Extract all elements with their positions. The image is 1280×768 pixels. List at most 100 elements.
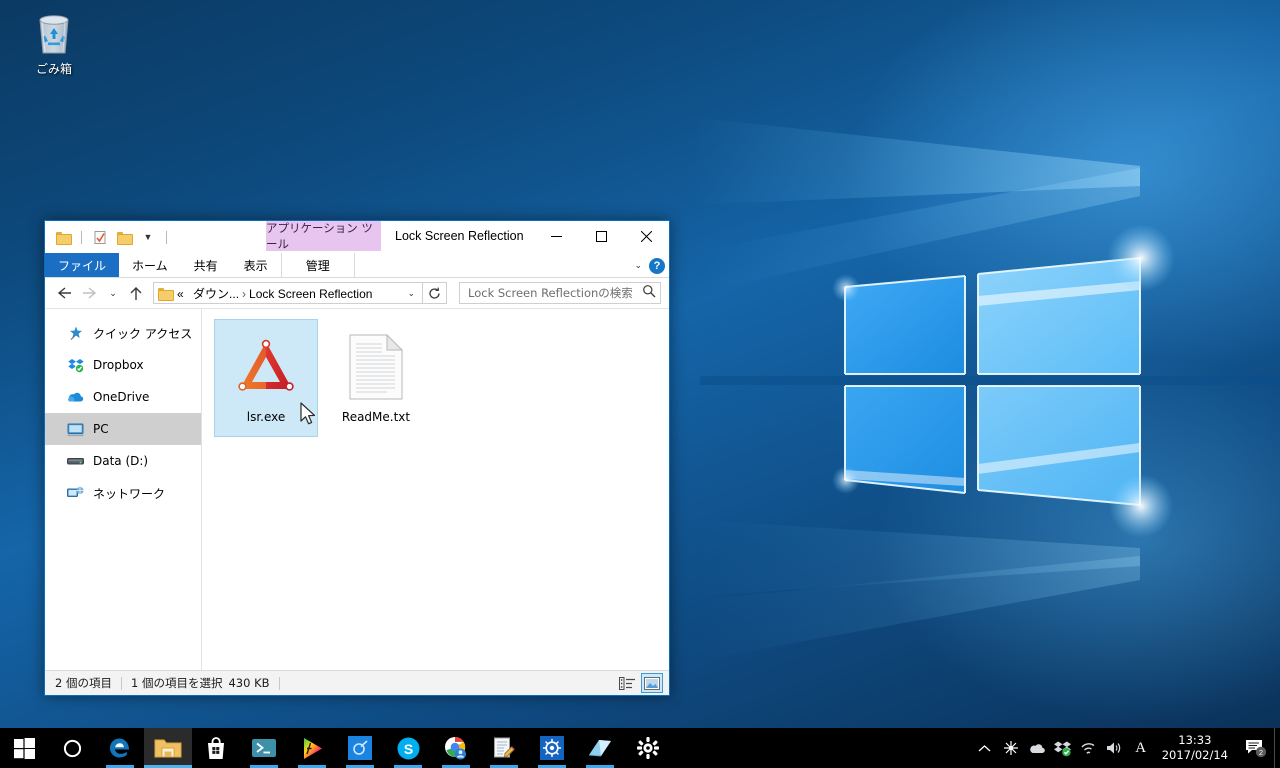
onedrive-cloud-icon <box>67 389 84 406</box>
list-item[interactable]: lsr.exe <box>214 319 318 437</box>
notepad-editor-button[interactable] <box>480 728 528 768</box>
text-file-icon <box>337 328 415 406</box>
quick-access-toolbar[interactable]: ▼ <box>45 224 170 250</box>
gear-icon <box>637 737 659 759</box>
file-explorer-button[interactable] <box>144 728 192 768</box>
sidebar-item-network[interactable]: ネットワーク <box>45 477 201 509</box>
dropbox-icon <box>67 357 84 374</box>
qat-separator-2 <box>166 230 167 244</box>
search-box[interactable] <box>459 282 661 304</box>
cortana-search-button[interactable] <box>48 728 96 768</box>
view-buttons[interactable] <box>616 673 663 693</box>
list-item[interactable]: ReadMe.txt <box>324 319 428 437</box>
navigation-pane[interactable]: クイック アクセス Dropbox OneDrive PC Data (D:) … <box>45 309 202 670</box>
sidebar-item-label: Data (D:) <box>93 454 149 468</box>
window-body: クイック アクセス Dropbox OneDrive PC Data (D:) … <box>45 308 669 670</box>
rainbow-play-icon <box>303 737 322 759</box>
status-size: 430 KB <box>228 676 270 690</box>
file-explorer-window[interactable]: ▼ アプリケーション ツール Lock Screen Reflection ファ… <box>44 220 670 696</box>
recycle-bin-icon <box>18 8 90 58</box>
system-tray[interactable]: A 13:33 2017/02/14 2 <box>972 728 1280 768</box>
edge-icon <box>110 738 129 758</box>
window-title-bar[interactable]: ▼ アプリケーション ツール Lock Screen Reflection <box>45 221 669 253</box>
hard-drive-icon <box>67 453 84 470</box>
file-list-area[interactable]: lsr.exe ReadMe.txt <box>202 309 669 670</box>
large-icons-view-button[interactable] <box>641 673 663 693</box>
desktop[interactable]: ごみ箱 ▼ アプリケーション ツール Lock Screen Reflectio… <box>0 0 1280 768</box>
computer-icon <box>67 421 84 438</box>
skype-button[interactable]: S <box>384 728 432 768</box>
arrow-right-icon[interactable] <box>77 280 103 306</box>
sidebar-item-label: OneDrive <box>93 390 150 404</box>
tray-volume-icon[interactable] <box>1102 728 1128 768</box>
chrome-button[interactable] <box>432 728 480 768</box>
tab-home[interactable]: ホーム <box>119 253 181 277</box>
breadcrumb-overflow[interactable]: « <box>177 287 184 301</box>
file-grid: lsr.exe ReadMe.txt <box>214 319 669 437</box>
close-icon[interactable] <box>624 221 669 251</box>
tray-ime-icon[interactable]: A <box>1128 728 1154 768</box>
tab-file[interactable]: ファイル <box>45 253 120 277</box>
tray-onedrive-icon[interactable] <box>1024 728 1050 768</box>
chevron-up-icon[interactable] <box>972 728 998 768</box>
new-folder-icon[interactable] <box>115 228 133 246</box>
sidebar-item-pc[interactable]: PC <box>45 413 201 445</box>
search-icon[interactable] <box>642 284 656 303</box>
help-icon[interactable]: ? <box>649 257 665 274</box>
blue-gear-square-icon <box>540 736 564 760</box>
microsoft-store-button[interactable] <box>192 728 240 768</box>
clock-date: 2017/02/14 <box>1161 748 1228 762</box>
taskbar[interactable]: S A 13:33 2017/02/14 2 <box>0 728 1280 768</box>
sidebar-item-dropbox[interactable]: Dropbox <box>45 349 201 381</box>
settings-button[interactable] <box>624 728 672 768</box>
app-gear-blue-button[interactable] <box>528 728 576 768</box>
tab-share[interactable]: 共有 <box>181 253 231 277</box>
warning-triangle-app-icon <box>227 328 305 406</box>
ribbon-right-controls[interactable]: ⌄ ? <box>634 253 665 278</box>
notepad-pencil-icon <box>494 737 515 758</box>
svg-text:S: S <box>403 741 412 757</box>
breadcrumb-current[interactable]: Lock Screen Reflection <box>249 287 372 301</box>
arrow-left-icon[interactable] <box>51 280 77 306</box>
clock[interactable]: 13:33 2017/02/14 <box>1154 728 1238 768</box>
tab-manage[interactable]: 管理 <box>280 253 355 277</box>
powershell-button[interactable] <box>240 728 288 768</box>
tray-dropbox-icon[interactable] <box>1050 728 1076 768</box>
address-bar[interactable]: « ダウン... › Lock Screen Reflection ⌄ <box>153 282 423 304</box>
tray-wifi-icon[interactable] <box>1076 728 1102 768</box>
breadcrumb-parent[interactable]: ダウン... <box>193 287 239 301</box>
sidebar-item-onedrive[interactable]: OneDrive <box>45 381 201 413</box>
recent-locations-chevron-icon[interactable]: ⌄ <box>103 280 123 306</box>
status-bar: 2 個の項目 1 個の項目を選択 430 KB <box>45 670 669 695</box>
breadcrumb[interactable]: « ダウン... › Lock Screen Reflection <box>177 285 372 302</box>
edge-button[interactable] <box>96 728 144 768</box>
resilio-sync-button[interactable] <box>288 728 336 768</box>
sidebar-item-data-d[interactable]: Data (D:) <box>45 445 201 477</box>
show-desktop-button[interactable] <box>1274 728 1280 768</box>
chevron-down-icon[interactable]: ⌄ <box>634 261 642 270</box>
address-bar-row[interactable]: ⌄ « ダウン... › Lock Screen Reflection ⌄ <box>45 278 669 308</box>
app-blue-button[interactable] <box>336 728 384 768</box>
desktop-icon-recycle-bin[interactable]: ごみ箱 <box>18 8 90 76</box>
folder-properties-icon[interactable] <box>54 228 72 246</box>
notification-icon: 2 <box>1246 740 1267 758</box>
tab-view[interactable]: 表示 <box>231 253 281 277</box>
details-view-button[interactable] <box>616 673 638 693</box>
maximize-icon[interactable] <box>579 221 624 251</box>
refresh-icon[interactable] <box>423 282 447 304</box>
notification-center-button[interactable]: 2 <box>1238 728 1274 768</box>
customize-qat-chevron-icon[interactable]: ▼ <box>139 228 157 246</box>
start-button[interactable] <box>0 728 48 768</box>
address-dropdown-icon[interactable]: ⌄ <box>402 288 420 299</box>
arrow-up-icon[interactable] <box>123 280 149 306</box>
sidebar-item-quick-access[interactable]: クイック アクセス <box>45 317 201 349</box>
search-input[interactable] <box>468 286 642 300</box>
window-controls[interactable] <box>534 221 669 251</box>
ribbon-tab-bar[interactable]: ファイル ホーム 共有 表示 管理 ⌄ ? <box>45 253 669 278</box>
properties-checkmark-icon[interactable] <box>91 228 109 246</box>
tray-snowflake-icon[interactable] <box>998 728 1024 768</box>
sticky-notes-button[interactable] <box>576 728 624 768</box>
minimize-icon[interactable] <box>534 221 579 251</box>
status-item-count: 2 個の項目 <box>55 676 112 690</box>
qat-separator-1 <box>81 230 82 244</box>
